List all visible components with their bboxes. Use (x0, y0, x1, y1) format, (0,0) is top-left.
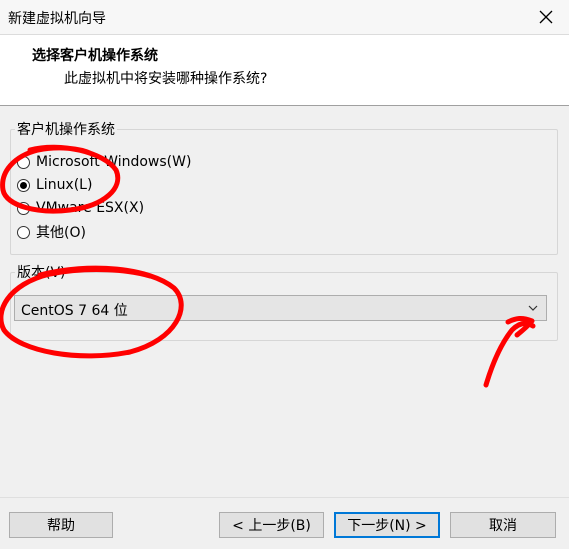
guest-os-group-label: 客户机操作系统 (15, 119, 117, 139)
cancel-button[interactable]: 取消 (450, 512, 556, 538)
radio-vmware-esx[interactable]: VMware ESX(X) (17, 200, 144, 216)
radio-linux[interactable]: Linux(L) (17, 177, 92, 193)
wizard-header: 选择客户机操作系统 此虚拟机中将安装哪种操作系统? (0, 35, 569, 106)
radio-linux-label: Linux(L) (36, 177, 93, 193)
version-group-label: 版本(V) (15, 262, 68, 282)
radio-linux-circle (17, 178, 30, 192)
radio-windows-label: Microsoft Windows(W) (36, 154, 192, 170)
page-subtitle: 此虚拟机中将安装哪种操作系统? (64, 71, 268, 87)
next-button[interactable]: 下一步(N) > (334, 512, 440, 538)
close-icon (539, 10, 553, 24)
help-button[interactable]: 帮助 (9, 512, 113, 538)
radio-windows[interactable]: Microsoft Windows(W) (17, 154, 191, 170)
radio-vmware-esx-circle (17, 201, 30, 215)
page-title: 选择客户机操作系统 (32, 48, 158, 64)
radio-other-label: 其他(O) (36, 225, 86, 241)
close-button[interactable] (523, 0, 569, 34)
title-bar: 新建虚拟机向导 (0, 0, 569, 35)
version-select-value: CentOS 7 64 位 (21, 303, 128, 319)
radio-other[interactable]: 其他(O) (17, 222, 86, 242)
back-button[interactable]: < 上一步(B) (219, 512, 324, 538)
radio-other-circle (17, 225, 30, 239)
radio-windows-circle (17, 155, 30, 169)
window-title: 新建虚拟机向导 (8, 11, 106, 27)
chevron-down-icon (528, 305, 538, 311)
radio-vmware-esx-label: VMware ESX(X) (36, 200, 145, 216)
footer-divider (0, 497, 569, 498)
version-select[interactable]: CentOS 7 64 位 (14, 295, 547, 321)
